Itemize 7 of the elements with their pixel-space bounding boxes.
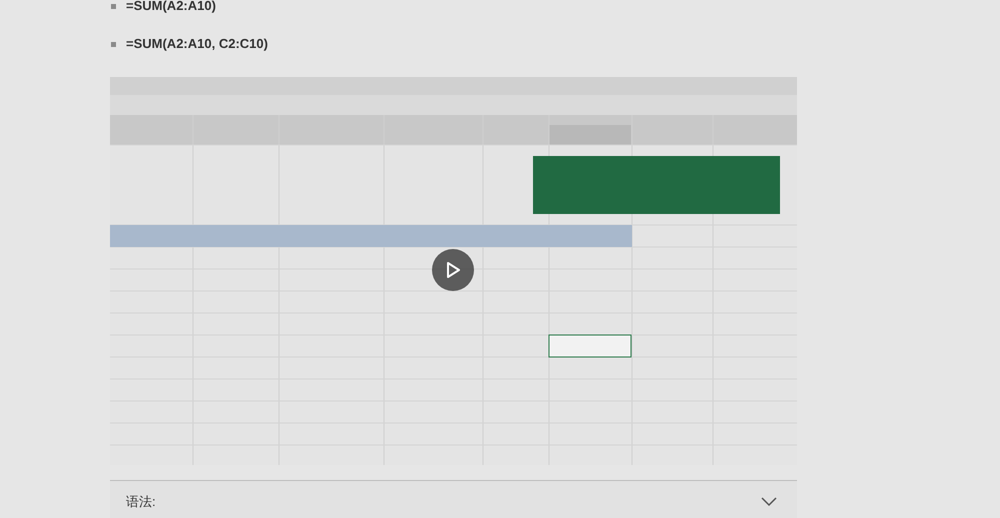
play-icon [446, 262, 460, 278]
syntax-accordion[interactable]: 语法: [110, 480, 797, 518]
bullet-icon [111, 4, 116, 8]
bullet-icon [111, 42, 116, 46]
formula-text: =SUM(A2:A10) [126, 0, 216, 16]
formula-text: =SUM(A2:A10, C2:C10) [126, 35, 268, 54]
chevron-icon [761, 496, 777, 506]
